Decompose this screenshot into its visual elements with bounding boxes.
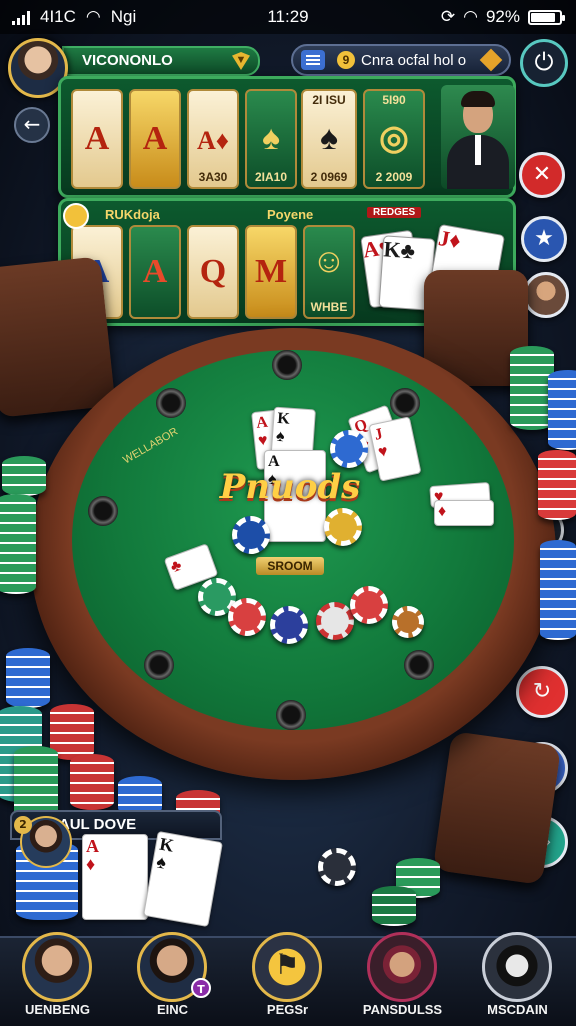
reel: Q	[187, 225, 239, 319]
table-logo: Pnuods	[219, 467, 361, 507]
chip	[270, 606, 308, 644]
nav-item-pegsr[interactable]: ⚑ PEGSr	[230, 932, 345, 1026]
player-level-badge: 2	[14, 816, 32, 834]
power-button[interactable]: ⏻	[520, 39, 568, 87]
battery-fill	[531, 12, 555, 22]
player-name: VICONONLO	[82, 52, 173, 69]
chip	[318, 848, 356, 886]
pot-label: SROOM	[256, 557, 324, 575]
sync-icon: ⟳	[440, 7, 456, 26]
chip	[232, 516, 270, 554]
avatar	[482, 932, 552, 1002]
nav-label: PANSDULSS	[362, 1002, 443, 1017]
refresh-button[interactable]: ↻	[516, 666, 568, 718]
pegs-icon: ⚑	[252, 932, 322, 1002]
player-name-bar[interactable]: VICONONLO ▼	[62, 46, 260, 76]
menu-list-icon[interactable]	[301, 50, 325, 70]
friend-avatar-button[interactable]	[523, 272, 569, 318]
close-icon: ✕	[532, 162, 552, 187]
nav-label: EINC	[156, 1002, 189, 1017]
chip	[350, 586, 388, 624]
chip-stack	[540, 540, 576, 640]
shield-icon: ▼	[232, 52, 250, 70]
player-card: K ♠	[143, 830, 223, 928]
reel: 5I90 ◎ 2 2009	[363, 89, 425, 189]
chip	[392, 606, 424, 638]
player-card: A ♦	[82, 834, 148, 920]
cup-holder	[272, 350, 302, 380]
nav-item-uenbeng[interactable]: UENBENG	[0, 932, 115, 1026]
status-bar: 4I1C ◠ Ngi 11:29 ⟳ ◠ 92%	[0, 0, 576, 34]
chair	[432, 731, 562, 885]
diamond-icon	[479, 48, 503, 72]
chip-stack	[372, 886, 416, 926]
reel: A♦ 3A30	[187, 89, 239, 189]
chip-stack	[538, 450, 576, 520]
chip-stack	[0, 494, 36, 594]
slot-panel-top[interactable]: A A A♦ 3A30 ♠ 2IA10 2I ISU ♠ 2 0969 5I90 ◎…	[58, 76, 516, 198]
card: ♦	[434, 500, 494, 526]
cup-holder	[88, 496, 118, 526]
chip-stack	[6, 648, 50, 708]
reel: ☺ WHBE	[303, 225, 355, 319]
nav-label: UENBENG	[24, 1002, 90, 1017]
cup-holder	[276, 700, 306, 730]
power-icon: ⏻	[534, 48, 554, 76]
reel: A	[71, 89, 123, 189]
refresh-icon: ↻	[532, 679, 552, 704]
star-button[interactable]: ★	[521, 216, 567, 262]
nav-item-einc[interactable]: T EINC	[115, 932, 230, 1026]
avatar	[367, 932, 437, 1002]
chip	[316, 602, 354, 640]
nav-label: PEGSr	[266, 1002, 309, 1017]
nav-item-mscdain[interactable]: MSCDAIN	[460, 932, 575, 1026]
chair	[0, 256, 116, 418]
wifi-icon-right: ◠	[463, 7, 478, 26]
back-button[interactable]: ←	[14, 107, 50, 143]
info-bar[interactable]: 9 Cnra ocfal hol o	[291, 44, 511, 76]
star-icon: ★	[534, 226, 554, 251]
tag-label: REDGES	[367, 207, 422, 218]
chip-stack	[2, 456, 46, 496]
reel: M	[245, 225, 297, 319]
reel: 2I ISU ♠ 2 0969	[301, 89, 357, 189]
cup-holder	[404, 650, 434, 680]
reel: A	[129, 89, 181, 189]
bottom-nav: UENBENG T EINC ⚑ PEGSr PANSDULSS MSCDAIN	[0, 932, 576, 1026]
battery-percent: 92%	[485, 7, 520, 26]
cup-holder	[156, 388, 186, 418]
reel: ♠ 2IA10	[245, 89, 297, 189]
battery-icon	[528, 9, 565, 25]
coin-icon: 9	[337, 51, 355, 69]
arrow-left-icon: ←	[23, 112, 41, 136]
reel: A	[129, 225, 181, 319]
nav-badge: T	[191, 978, 211, 998]
chip	[330, 430, 368, 468]
chip	[324, 508, 362, 546]
chip	[228, 598, 266, 636]
panel-label-right: Poyene	[267, 207, 314, 222]
cup-holder	[144, 650, 174, 680]
avatar	[22, 932, 92, 1002]
dealer-portrait	[441, 85, 515, 189]
close-button[interactable]: ✕	[519, 152, 565, 198]
chip-stack	[70, 754, 114, 810]
coin-icon	[63, 203, 89, 229]
chip-stack	[548, 370, 576, 450]
cup-holder	[390, 388, 420, 418]
panel-label-left: RUKdoja	[105, 207, 160, 222]
info-text: Cnra ocfal hol o	[361, 52, 467, 69]
nav-label: MSCDAIN	[487, 1002, 548, 1017]
clock: 11:29	[267, 7, 309, 26]
nav-item-pansdulss[interactable]: PANSDULSS	[345, 932, 460, 1026]
